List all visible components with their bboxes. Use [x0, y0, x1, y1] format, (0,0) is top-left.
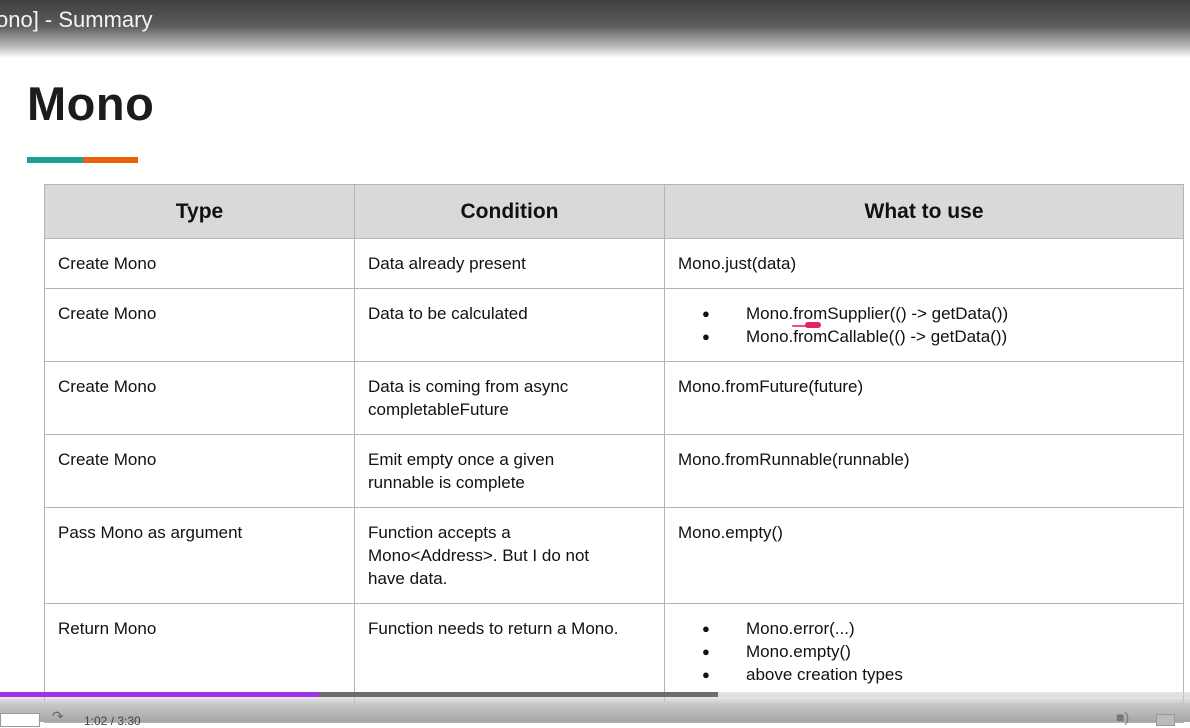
cell-type: Create Mono	[44, 361, 355, 435]
seek-bar-played[interactable]	[0, 692, 319, 697]
title-accent-bar	[27, 157, 138, 163]
table-row: Create Mono Data to be calculated Mono.f…	[44, 288, 1184, 362]
video-title: ono] - Summary	[0, 7, 153, 32]
annotation-pen-trail	[792, 325, 806, 327]
fullscreen-icon[interactable]	[1156, 714, 1175, 726]
cell-condition: Data already present	[354, 238, 665, 289]
table-row: Create Mono Data already present Mono.ju…	[44, 238, 1184, 289]
annotation-pen-mark	[805, 322, 821, 328]
time-display: 1:02 / 3:30	[84, 714, 141, 728]
use-list: Mono.fromSupplier(() -> getData()) Mono.…	[678, 302, 1170, 348]
cell-condition: Data is coming from async completableFut…	[354, 361, 665, 435]
table-row: Pass Mono as argument Function accepts a…	[44, 507, 1184, 604]
accent-orange	[83, 157, 138, 163]
cell-use: Mono.empty()	[664, 507, 1184, 604]
cell-type: Create Mono	[44, 288, 355, 362]
cell-condition: Emit empty once a given runnable is comp…	[354, 434, 665, 508]
cell-use: Mono.fromSupplier(() -> getData()) Mono.…	[664, 288, 1184, 362]
list-item: Mono.error(...)	[702, 617, 1170, 640]
accent-teal	[27, 157, 83, 163]
header-type: Type	[44, 184, 355, 239]
cell-type: Create Mono	[44, 238, 355, 289]
table-header-row: Type Condition What to use	[44, 184, 1184, 239]
cell-condition: Function accepts a Mono<Address>. But I …	[354, 507, 665, 604]
cell-condition: Data to be calculated	[354, 288, 665, 362]
playback-speed-input[interactable]	[0, 713, 40, 727]
header-condition: Condition	[354, 184, 665, 239]
list-item: above creation types	[702, 663, 1170, 686]
summary-table: Type Condition What to use Create Mono D…	[44, 184, 1184, 723]
volume-icon[interactable]: ■)	[1116, 710, 1129, 724]
table-row: Create Mono Emit empty once a given runn…	[44, 434, 1184, 508]
cell-type: Create Mono	[44, 434, 355, 508]
video-title-bar: ono] - Summary	[0, 0, 1190, 58]
cell-use: Mono.just(data)	[664, 238, 1184, 289]
list-item: Mono.empty()	[702, 640, 1170, 663]
table-row: Create Mono Data is coming from async co…	[44, 361, 1184, 435]
header-what-to-use: What to use	[664, 184, 1184, 239]
cell-use: Mono.fromRunnable(runnable)	[664, 434, 1184, 508]
redo-icon[interactable]: ↷	[52, 709, 68, 723]
cell-type: Pass Mono as argument	[44, 507, 355, 604]
list-item: Mono.fromCallable(() -> getData())	[702, 325, 1170, 348]
use-list: Mono.error(...) Mono.empty() above creat…	[678, 617, 1170, 686]
cell-use: Mono.fromFuture(future)	[664, 361, 1184, 435]
slide-title: Mono	[27, 77, 155, 130]
